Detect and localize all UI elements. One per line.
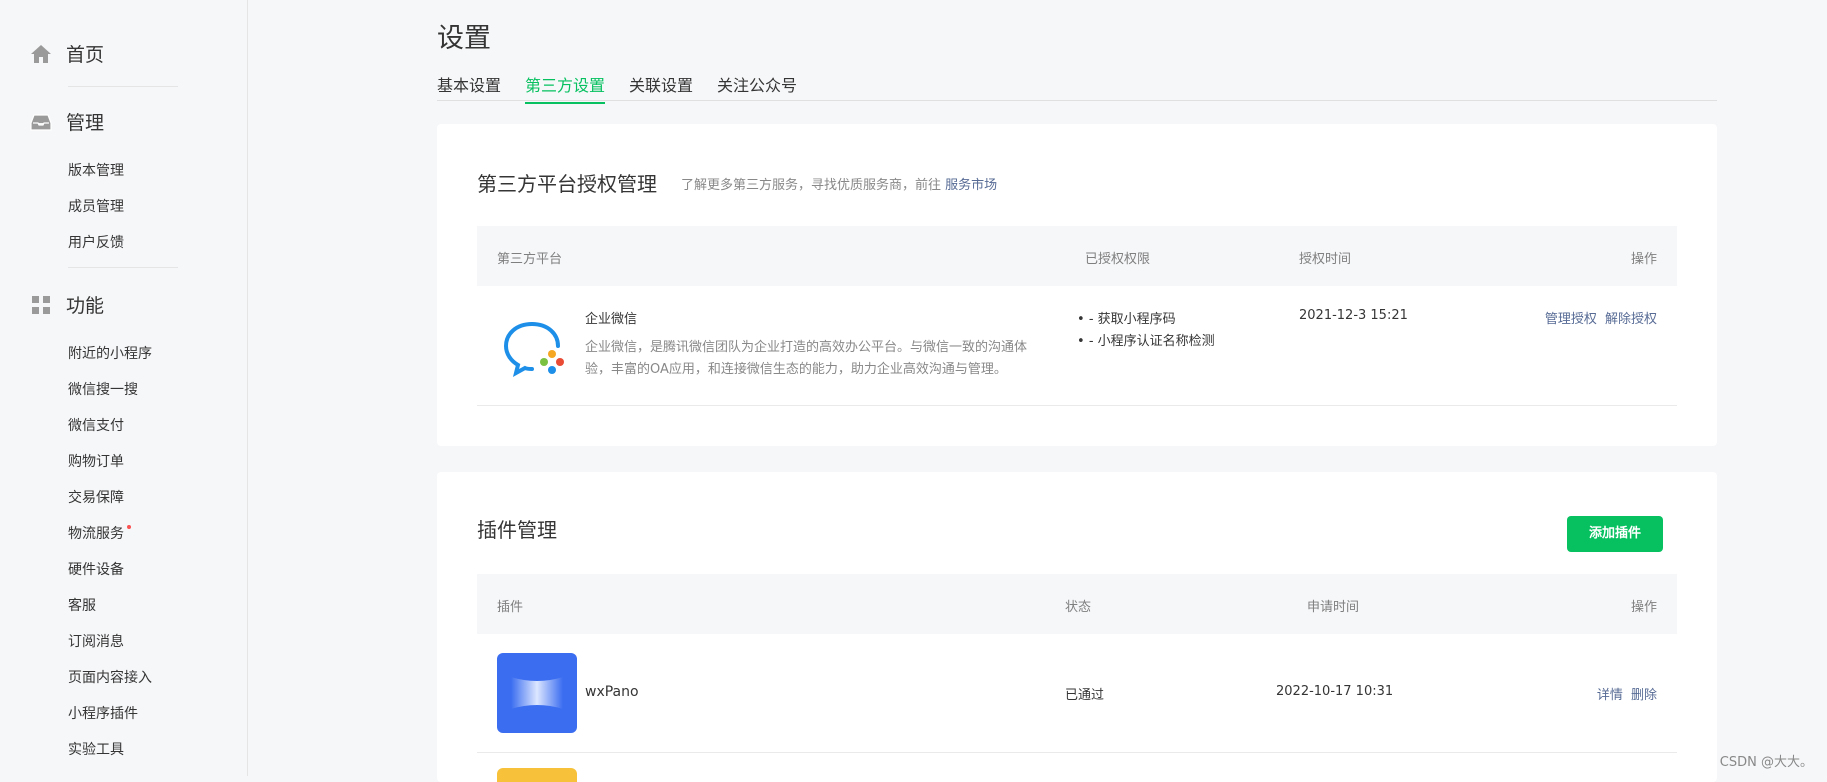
permission-item: • - 获取小程序码	[1077, 312, 1176, 327]
column-header: 操作	[1630, 252, 1657, 267]
home-icon	[31, 44, 51, 63]
nav-manage[interactable]: 管理	[30, 108, 104, 135]
plugin-detail-link[interactable]: 详情	[1597, 688, 1623, 703]
permission-text: - 小程序认证名称检测	[1088, 334, 1215, 349]
sidebar-item-search[interactable]: 微信搜一搜	[68, 379, 138, 399]
column-header: 授权时间	[1299, 252, 1352, 267]
platform-name: 企业微信	[585, 312, 638, 327]
plugin-table-header: 插件 状态 申请时间 操作	[477, 574, 1677, 634]
sidebar-item-guarantee[interactable]: 交易保障	[68, 487, 124, 507]
watermark: CSDN @大大。	[1719, 755, 1813, 770]
column-header: 已授权权限	[1085, 252, 1151, 267]
sidebar-item-plugins[interactable]: 小程序插件	[68, 703, 138, 723]
platform-desc-line1: 企业微信，是腾讯微信团队为企业打造的高效办公平台。与微信一致的沟通体	[585, 340, 1028, 355]
sidebar-item-pay[interactable]: 微信支付	[68, 415, 124, 435]
sidebar: 首页 管理 版本管理 成员管理 用户反馈 功能 附近的小程序 微信搜一搜 微信支…	[0, 0, 248, 776]
third-party-title: 第三方平台授权管理	[477, 172, 657, 196]
nav-manage-label: 管理	[66, 112, 105, 134]
nav-features[interactable]: 功能	[30, 291, 104, 318]
wxpano-logo-icon	[497, 653, 577, 733]
service-market-link[interactable]: 服务市场	[945, 178, 997, 193]
divider	[68, 267, 178, 268]
column-header: 申请时间	[1307, 600, 1360, 615]
third-party-subtitle-text: 了解更多第三方服务，寻找优质服务商，前往	[681, 178, 942, 193]
sidebar-item-version[interactable]: 版本管理	[68, 160, 124, 180]
sidebar-item-members[interactable]: 成员管理	[68, 196, 124, 216]
tab-related[interactable]: 关联设置	[629, 72, 693, 102]
nav-home[interactable]: 首页	[30, 40, 104, 67]
manage-auth-link[interactable]: 管理授权	[1545, 312, 1597, 327]
sidebar-item-service[interactable]: 客服	[68, 595, 96, 615]
sidebar-item-feedback[interactable]: 用户反馈	[68, 232, 124, 252]
tab-third-party[interactable]: 第三方设置	[525, 72, 606, 104]
next-plugin-logo-icon	[497, 768, 577, 782]
row-actions: 详情 删除	[1597, 684, 1657, 703]
wecom-logo-icon	[503, 322, 564, 377]
plugin-card: 插件管理 添加插件 插件 状态 申请时间 操作 wxPano 已通过 2022-…	[437, 472, 1717, 782]
tab-bar: 基本设置 第三方设置 关联设置 关注公众号	[437, 70, 1717, 104]
platform-desc-line2: 验，丰富的OA应用，和连接微信生态的能力，助力企业高效沟通与管理。	[585, 362, 1007, 377]
plugin-apply-time: 2022-10-17 10:31	[1276, 684, 1394, 699]
permission-text: - 获取小程序码	[1088, 312, 1176, 327]
third-party-card: 第三方平台授权管理 了解更多第三方服务，寻找优质服务商，前往 服务市场 第三方平…	[437, 124, 1717, 446]
nav-home-label: 首页	[66, 44, 105, 66]
tab-follow[interactable]: 关注公众号	[717, 72, 797, 102]
permission-item: • - 小程序认证名称检测	[1077, 334, 1215, 349]
plugin-status: 已通过	[1065, 688, 1105, 703]
row-divider	[477, 752, 1677, 753]
sidebar-item-nearby[interactable]: 附近的小程序	[68, 343, 152, 363]
nav-features-label: 功能	[66, 295, 105, 317]
row-actions: 管理授权 解除授权	[1545, 308, 1657, 327]
inbox-icon	[30, 113, 52, 131]
sidebar-item-lab[interactable]: 实验工具	[68, 739, 124, 759]
sidebar-item-logistics-label: 物流服务	[68, 526, 124, 542]
sidebar-item-subscribe[interactable]: 订阅消息	[68, 631, 124, 651]
grid-icon	[32, 295, 50, 314]
plugin-name: wxPano	[585, 684, 639, 700]
page-title: 设置	[437, 23, 491, 54]
row-divider	[477, 405, 1677, 406]
sidebar-item-hardware[interactable]: 硬件设备	[68, 559, 124, 579]
plugin-delete-link[interactable]: 删除	[1631, 688, 1657, 703]
sidebar-item-content[interactable]: 页面内容接入	[68, 667, 152, 687]
third-party-subtitle: 了解更多第三方服务，寻找优质服务商，前往 服务市场	[681, 174, 997, 193]
third-party-table-header: 第三方平台 已授权权限 授权时间 操作	[477, 226, 1677, 286]
plugin-title: 插件管理	[477, 518, 557, 542]
auth-time: 2021-12-3 15:21	[1299, 308, 1408, 323]
sidebar-item-logistics[interactable]: 物流服务	[68, 523, 131, 543]
revoke-auth-link[interactable]: 解除授权	[1605, 312, 1657, 327]
column-header: 第三方平台	[497, 252, 563, 267]
divider	[68, 86, 178, 87]
sidebar-item-orders[interactable]: 购物订单	[68, 451, 124, 471]
tab-basic[interactable]: 基本设置	[437, 72, 501, 102]
add-plugin-button[interactable]: 添加插件	[1567, 516, 1663, 552]
column-header: 状态	[1065, 600, 1092, 615]
column-header: 插件	[497, 600, 524, 615]
notification-dot	[127, 525, 131, 529]
column-header: 操作	[1630, 600, 1657, 615]
